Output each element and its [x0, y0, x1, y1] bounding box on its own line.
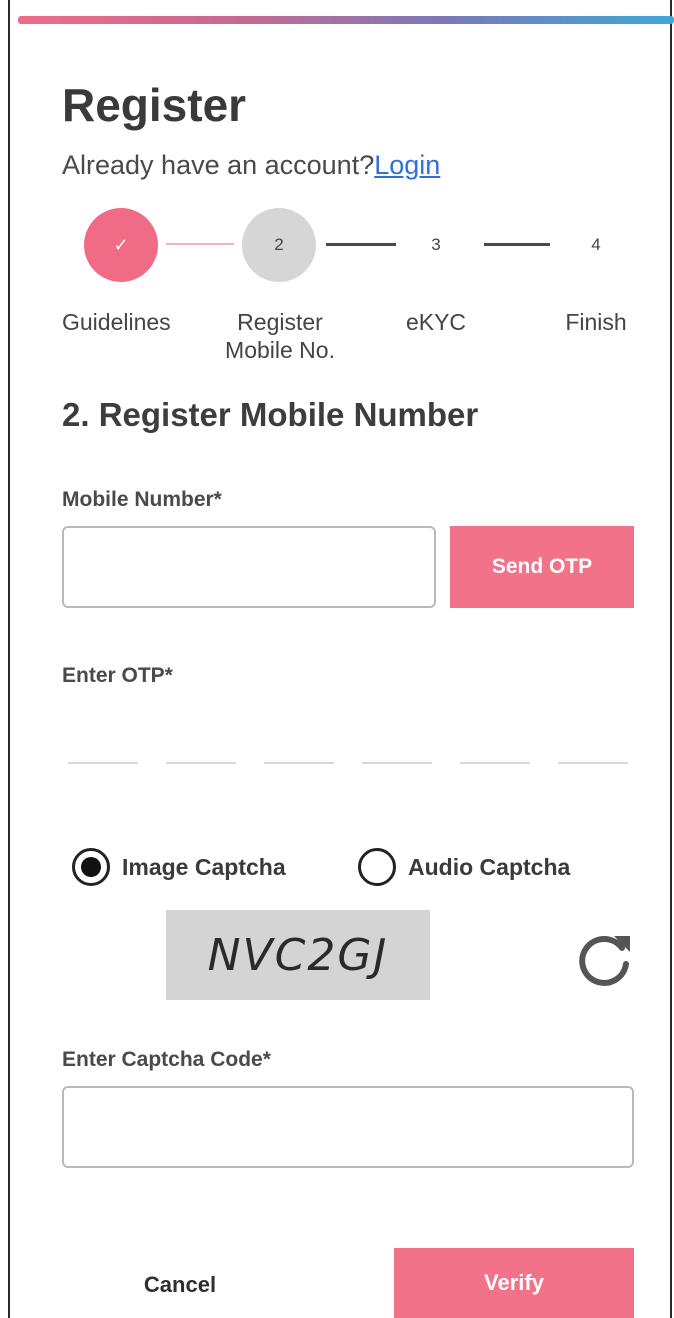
otp-digit-1[interactable]	[68, 762, 138, 764]
captcha-code-input[interactable]	[62, 1086, 634, 1168]
login-link[interactable]: Login	[374, 150, 440, 180]
radio-unselected-icon[interactable]	[358, 848, 396, 886]
step-4-number: 4	[591, 235, 601, 254]
otp-digit-3[interactable]	[264, 762, 334, 764]
login-prompt: Already have an account?Login	[62, 150, 440, 181]
step-label-guidelines: Guidelines	[62, 309, 171, 335]
otp-digit-6[interactable]	[558, 762, 628, 764]
audio-captcha-option[interactable]: Audio Captcha	[358, 848, 570, 886]
mobile-number-input[interactable]	[62, 526, 436, 608]
image-captcha-option[interactable]: Image Captcha	[72, 848, 286, 886]
step-label-ekyc: eKYC	[405, 309, 467, 335]
step-1-checkmark-icon: ✓	[84, 208, 158, 282]
image-captcha-label: Image Captcha	[122, 853, 286, 880]
step-label-finish: Finish	[565, 309, 627, 335]
step-connector	[166, 243, 234, 245]
gradient-top-bar	[18, 16, 674, 24]
verify-button[interactable]: Verify	[394, 1248, 634, 1318]
send-otp-button[interactable]: Send OTP	[450, 526, 634, 608]
step-connector	[326, 243, 396, 246]
step-connector	[484, 243, 550, 246]
section-title: 2. Register Mobile Number	[62, 396, 479, 433]
otp-digit-2[interactable]	[166, 762, 236, 764]
otp-digit-5[interactable]	[460, 762, 530, 764]
audio-captcha-label: Audio Captcha	[408, 853, 571, 880]
radio-selected-icon[interactable]	[72, 848, 110, 886]
step-3-number: 3	[431, 235, 441, 254]
page-title: Register	[62, 79, 247, 131]
step-2-number: 2	[242, 208, 316, 282]
cancel-button[interactable]: Cancel	[120, 1272, 240, 1298]
step-label-register-mobile: Register Mobile No.	[225, 309, 335, 363]
mobile-number-label: Mobile Number*	[62, 488, 222, 511]
otp-label: Enter OTP*	[62, 664, 173, 687]
otp-digit-4[interactable]	[362, 762, 432, 764]
captcha-image: NVC2GJ	[166, 910, 430, 1000]
login-prompt-text: Already have an account?	[62, 150, 375, 180]
refresh-icon[interactable]	[572, 926, 636, 990]
captcha-code-label: Enter Captcha Code*	[62, 1048, 271, 1071]
